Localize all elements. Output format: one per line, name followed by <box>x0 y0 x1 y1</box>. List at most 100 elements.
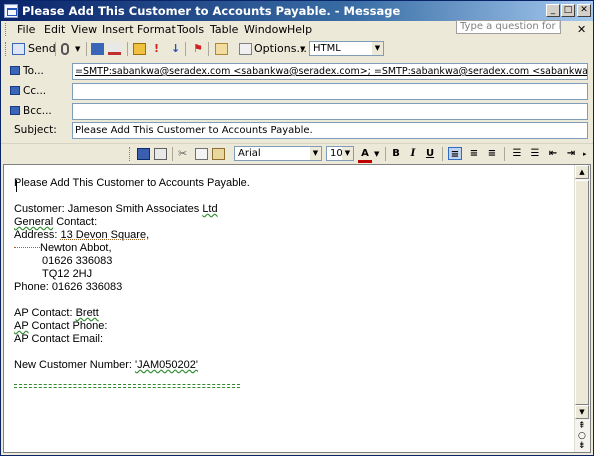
previous-object-icon[interactable]: ⇞ <box>578 421 586 431</box>
ap-contact-line: AP Contact: Brett <box>14 307 574 320</box>
new-customer-line: New Customer Number: 'JAM050202' <box>14 359 574 372</box>
options-dropdown-icon[interactable]: ▼ <box>300 45 305 53</box>
ap-word: AP <box>14 320 29 332</box>
bold-button[interactable]: B <box>389 147 403 160</box>
address-2: Newton Abbot, <box>40 242 112 254</box>
document-close-icon[interactable]: ✕ <box>577 23 586 36</box>
indent-marker <box>14 247 40 248</box>
select-browse-object-icon[interactable]: ○ <box>578 431 586 441</box>
bullets-icon[interactable]: ☰ <box>528 147 542 160</box>
menu-window[interactable]: Window <box>244 23 287 36</box>
message-text[interactable]: Please Add This Customer to Accounts Pay… <box>14 177 574 372</box>
to-button[interactable]: To... <box>10 63 69 80</box>
vertical-scrollbar[interactable]: ▲ ▼ ⇞ ○ ⇟ <box>574 165 590 452</box>
ap-contact-name: Brett <box>75 307 99 319</box>
options-button[interactable]: Options... <box>254 42 307 55</box>
numbering-icon[interactable]: ☰ <box>510 147 524 160</box>
subject-field[interactable]: Please Add This Customer to Accounts Pay… <box>72 122 588 139</box>
address-line: Address: 13 Devon Square, <box>14 229 574 242</box>
menu-table[interactable]: Table <box>210 23 238 36</box>
chevron-down-icon[interactable]: ▼ <box>372 42 383 55</box>
cc-field[interactable] <box>72 83 588 100</box>
menu-edit[interactable]: Edit <box>44 23 65 36</box>
standard-toolbar: Send ▼ ! ↓ ⚑ Options... ▼ HTML ▼ <box>1 39 593 59</box>
menu-view[interactable]: View <box>71 23 97 36</box>
menu-grip[interactable] <box>5 23 9 36</box>
follow-up-flag-icon[interactable]: ⚑ <box>193 42 203 55</box>
toolbar-separator <box>55 42 57 56</box>
toolbar-separator <box>185 42 187 56</box>
toolbar-options-icon[interactable]: ▸ <box>583 150 587 158</box>
low-importance-icon[interactable]: ↓ <box>171 42 180 55</box>
toolbar-grip[interactable] <box>5 42 9 56</box>
bcc-label: Bcc... <box>23 105 52 117</box>
close-button[interactable]: ✕ <box>577 4 591 17</box>
to-recipients[interactable]: =SMTP:sabankwa@seradex.com <sabankwa@ser… <box>75 66 587 77</box>
underline-button[interactable]: U <box>423 147 437 160</box>
cut-icon[interactable]: ✂ <box>178 147 187 160</box>
attach-icon[interactable] <box>61 43 69 55</box>
message-format-select[interactable]: HTML ▼ <box>309 41 384 56</box>
print-icon[interactable] <box>154 148 167 160</box>
signature-divider <box>14 384 240 385</box>
align-center-icon[interactable]: ≡ <box>467 147 481 160</box>
address-book-icon <box>10 66 20 75</box>
cc-button[interactable]: Cc... <box>10 83 69 100</box>
italic-button[interactable]: I <box>406 147 420 160</box>
scroll-up-icon[interactable]: ▲ <box>575 165 589 179</box>
scroll-thumb[interactable] <box>575 180 589 405</box>
font-color-dropdown-icon[interactable]: ▼ <box>374 150 379 158</box>
signature-icon[interactable] <box>133 43 146 55</box>
to-field[interactable]: =SMTP:sabankwa@seradex.com <sabankwa@ser… <box>72 63 588 80</box>
toolbar-separator <box>86 42 88 56</box>
font-size-value: 10 <box>330 148 343 159</box>
increase-indent-icon[interactable]: ⇥ <box>564 147 578 160</box>
bcc-button[interactable]: Bcc... <box>10 103 69 120</box>
next-object-icon[interactable]: ⇟ <box>578 441 586 451</box>
customer-line: Customer: Jameson Smith Associates Ltd <box>14 203 574 216</box>
chevron-down-icon[interactable]: ▼ <box>310 147 321 160</box>
chevron-down-icon[interactable]: ▼ <box>342 147 353 160</box>
send-button[interactable]: Send <box>28 42 56 55</box>
address-book-icon <box>10 86 20 95</box>
toolbar-grip[interactable] <box>129 147 133 161</box>
menu-tools[interactable]: Tools <box>177 23 204 36</box>
font-size-select[interactable]: 10 ▼ <box>326 146 354 161</box>
decrease-indent-icon[interactable]: ⇤ <box>546 147 560 160</box>
align-left-icon[interactable]: ≡ <box>448 147 462 160</box>
align-right-icon[interactable]: ≡ <box>485 147 499 160</box>
font-name-select[interactable]: Arial ▼ <box>234 146 322 161</box>
high-importance-icon[interactable]: ! <box>154 42 159 55</box>
bcc-field[interactable] <box>72 103 588 120</box>
address-label: Address: <box>14 229 61 241</box>
restore-button[interactable]: □ <box>561 4 575 17</box>
menu-insert[interactable]: Insert <box>102 23 134 36</box>
check-names-icon[interactable] <box>108 43 121 55</box>
help-search-input[interactable]: Type a question for help <box>456 20 561 34</box>
address-book-icon[interactable] <box>91 43 104 55</box>
to-label: To... <box>23 65 44 77</box>
menu-file[interactable]: File <box>17 23 35 36</box>
ap-phone-label: Contact Phone: <box>28 320 108 332</box>
paste-icon[interactable] <box>212 148 225 160</box>
address-line-2: Newton Abbot, <box>14 242 574 255</box>
attach-dropdown-icon[interactable]: ▼ <box>75 45 80 53</box>
toolbar-separator <box>208 42 210 56</box>
message-body[interactable]: Please Add This Customer to Accounts Pay… <box>3 164 591 453</box>
minimize-button[interactable]: _ <box>546 4 560 17</box>
title-bar[interactable]: Please Add This Customer to Accounts Pay… <box>1 1 593 21</box>
menu-help[interactable]: Help <box>287 23 312 36</box>
message-format-value: HTML <box>313 43 341 54</box>
heading-line: Please Add This Customer to Accounts Pay… <box>14 177 250 189</box>
font-color-icon[interactable]: A <box>358 147 372 163</box>
scroll-down-icon[interactable]: ▼ <box>575 405 589 419</box>
address-book-icon <box>10 106 20 115</box>
copy-icon[interactable] <box>195 148 208 160</box>
menu-format[interactable]: Format <box>137 23 176 36</box>
permissions-icon[interactable] <box>215 43 228 55</box>
new-customer-number: 'JAM050202' <box>135 359 198 371</box>
save-icon[interactable] <box>137 148 150 160</box>
customer-name: Jameson Smith Associates <box>67 203 203 215</box>
general-word: General <box>14 216 54 228</box>
